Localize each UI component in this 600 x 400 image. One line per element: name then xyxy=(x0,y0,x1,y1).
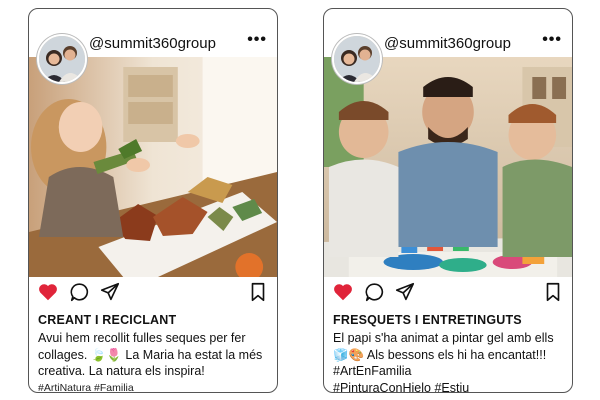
ellipsis-icon[interactable]: ••• xyxy=(542,31,562,49)
post-title: FRESQUETS I ENTRETINGUTS xyxy=(333,313,522,327)
comment-icon[interactable] xyxy=(69,281,91,303)
send-icon[interactable] xyxy=(394,281,416,303)
post-photo-leaf-collage[interactable] xyxy=(29,57,277,277)
hashtags[interactable]: #ArtiNatura #Familia xyxy=(38,380,272,393)
avatar[interactable] xyxy=(37,34,87,84)
post-caption: Avui hem recollit fulles seques per fer … xyxy=(38,330,272,393)
caption-text: El papi s'ha animat a pintar gel amb ell… xyxy=(333,331,554,378)
send-icon[interactable] xyxy=(99,281,121,303)
post-actions xyxy=(332,281,564,305)
post-actions xyxy=(37,281,269,305)
post-photo-ice-painting[interactable] xyxy=(324,57,572,277)
post-card-recycling: @summit360group ••• CREANT I RECICLANT A… xyxy=(28,8,278,393)
post-caption: El papi s'ha animat a pintar gel amb ell… xyxy=(333,330,567,393)
heart-icon[interactable] xyxy=(332,281,354,303)
caption-text: Avui hem recollit fulles seques per fer … xyxy=(38,331,263,378)
heart-icon[interactable] xyxy=(37,281,59,303)
avatar[interactable] xyxy=(332,34,382,84)
bookmark-icon[interactable] xyxy=(247,281,269,303)
post-card-ice-painting: @summit360group ••• FRESQUETS I ENTRETIN… xyxy=(323,8,573,393)
comment-icon[interactable] xyxy=(364,281,386,303)
ellipsis-icon[interactable]: ••• xyxy=(247,31,267,49)
hashtags[interactable]: #PinturaConHielo #Estiu xyxy=(333,380,567,393)
username-link[interactable]: @summit360group xyxy=(384,35,511,52)
post-title: CREANT I RECICLANT xyxy=(38,313,177,327)
username-link[interactable]: @summit360group xyxy=(89,35,216,52)
bookmark-icon[interactable] xyxy=(542,281,564,303)
